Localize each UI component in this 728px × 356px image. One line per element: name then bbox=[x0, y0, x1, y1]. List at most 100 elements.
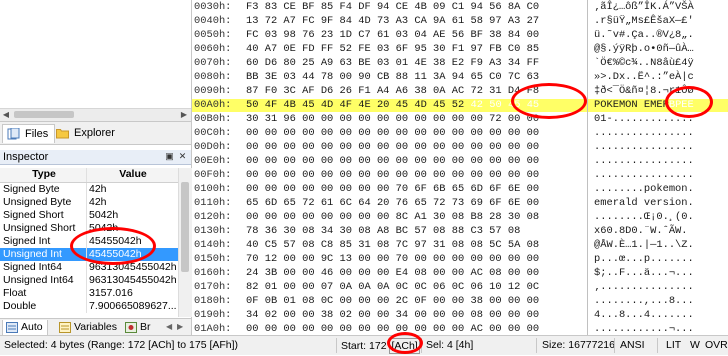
hex-row-bytes[interactable]: 30 31 96 00 00 00 00 00 00 00 00 00 00 7… bbox=[246, 113, 539, 126]
hex-row[interactable]: 0080h: BB 3E 03 44 78 00 90 CB 88 11 3A 9… bbox=[192, 71, 728, 84]
tab-breakpoints[interactable]: Br bbox=[122, 320, 155, 335]
hex-row-bytes[interactable]: 00 00 00 00 00 00 00 00 8C A1 30 08 B8 2… bbox=[246, 211, 539, 224]
hex-row[interactable]: 0150h: 70 12 00 00 9C 13 00 00 70 00 00 0… bbox=[192, 253, 728, 266]
scroll-thumb[interactable] bbox=[14, 111, 74, 118]
hex-row-bytes[interactable]: 34 02 00 00 38 02 00 00 34 00 00 00 08 0… bbox=[246, 309, 539, 322]
hex-row-ascii[interactable]: ........,...8... bbox=[594, 295, 694, 308]
hex-row-ascii[interactable]: ........Œ¡0.¸(0. bbox=[594, 211, 694, 224]
hex-row-bytes[interactable]: 60 D6 80 25 A9 63 BE 03 01 4E 38 E2 F9 A… bbox=[246, 57, 539, 70]
tab-files[interactable]: Files bbox=[2, 124, 56, 143]
hex-row[interactable]: 0060h: 40 A7 0E FD FF 52 FE 03 6F 95 30 F… bbox=[192, 43, 728, 56]
hex-row[interactable]: 00F0h: 00 00 00 00 00 00 00 00 00 00 00 0… bbox=[192, 169, 728, 182]
tab-auto[interactable]: Auto bbox=[2, 320, 48, 336]
hex-row-ascii[interactable]: »>.Dx..Ë^.:”eÀ|c bbox=[594, 71, 694, 84]
hex-row-bytes[interactable]: 24 3B 00 00 46 00 00 00 E4 08 00 00 AC 0… bbox=[246, 267, 539, 280]
hex-row-ascii[interactable]: `Ö€%©c¾..N8âù£4ÿ bbox=[594, 57, 694, 70]
hex-row-ascii[interactable]: ................ bbox=[594, 155, 694, 168]
hex-row-bytes[interactable]: 78 36 30 08 34 30 08 A8 BC 57 08 88 C3 5… bbox=[246, 225, 520, 238]
inspector-row[interactable]: Unsigned Short 5042h bbox=[0, 222, 178, 235]
column-header-type[interactable]: Type bbox=[3, 168, 85, 181]
hex-row-bytes[interactable]: 0F 0B 01 08 0C 00 00 00 2C 0F 00 00 38 0… bbox=[246, 295, 539, 308]
hex-row[interactable]: 0100h: 00 00 00 00 00 00 00 00 70 6F 6B 6… bbox=[192, 183, 728, 196]
hex-row-bytes[interactable]: 50 4F 4B 45 4D 4F 4E 20 45 4D 45 52 42 5… bbox=[246, 99, 539, 112]
hex-row[interactable]: 0190h: 34 02 00 00 38 02 00 00 34 00 00 0… bbox=[192, 309, 728, 322]
hex-row-ascii[interactable]: ‚ãÎ¿…ôß”ÎK.Á”VŠÀ bbox=[594, 1, 694, 14]
hex-row-bytes[interactable]: 40 A7 0E FD FF 52 FE 03 6F 95 30 F1 97 F… bbox=[246, 43, 539, 56]
inspector-row[interactable]: Float 3157.016 bbox=[0, 287, 178, 300]
hex-row-ascii[interactable]: ................ bbox=[594, 141, 694, 154]
hex-editor-view[interactable]: 0030h: F3 83 CE BF 85 F4 DF 94 CE 4B 09 C… bbox=[192, 0, 728, 335]
horizontal-scrollbar[interactable]: ◀ ▶ bbox=[0, 108, 191, 121]
hex-row-bytes[interactable]: 00 00 00 00 00 00 00 00 00 00 00 00 00 0… bbox=[246, 155, 539, 168]
inspector-row[interactable]: Unsigned Byte 42h bbox=[0, 196, 178, 209]
hex-row[interactable]: 0050h: FC 03 98 76 23 1D C7 61 03 04 AE 5… bbox=[192, 29, 728, 42]
hex-row-ascii[interactable]: x60.8D0.¨W.ˆÃW. bbox=[594, 225, 688, 238]
status-mode-ovr[interactable]: OVR bbox=[705, 336, 728, 355]
tab-scroll-left-icon[interactable]: ◀ bbox=[166, 322, 175, 332]
tab-variables[interactable]: Variables bbox=[56, 320, 121, 335]
hex-row[interactable]: 0120h: 00 00 00 00 00 00 00 00 8C A1 30 0… bbox=[192, 211, 728, 224]
hex-row-bytes[interactable]: 13 72 A7 FC 9F 84 4D 73 A3 CA 9A 61 58 9… bbox=[246, 15, 539, 28]
hex-row-bytes[interactable]: F3 83 CE BF 85 F4 DF 94 CE 4B 09 C1 94 5… bbox=[246, 1, 539, 14]
inspector-row[interactable]: Double 7.900665089627... bbox=[0, 300, 178, 313]
hex-row-ascii[interactable]: emerald version. bbox=[594, 197, 694, 210]
hex-row-ascii[interactable]: ‡ð<¯Ö&ñ¤¦8.¬r1Ôø bbox=[594, 85, 694, 98]
hex-row-bytes[interactable]: 82 01 00 00 07 0A 0A 0A 0C 0C 06 0C 06 1… bbox=[246, 281, 539, 294]
hex-row-ascii[interactable]: p...œ...p....... bbox=[594, 253, 694, 266]
hex-row[interactable]: 00B0h: 30 31 96 00 00 00 00 00 00 00 00 0… bbox=[192, 113, 728, 126]
status-mode-w[interactable]: W bbox=[690, 336, 700, 355]
hex-row-ascii[interactable]: ........pokemon. bbox=[594, 183, 694, 196]
hex-row-bytes[interactable]: 70 12 00 00 9C 13 00 00 70 00 00 00 00 0… bbox=[246, 253, 539, 266]
close-icon[interactable]: ✕ bbox=[177, 151, 188, 162]
inspector-row[interactable]: Signed Int 45455042h bbox=[0, 235, 178, 248]
hex-row-ascii[interactable]: POKEMON EMERBPEE bbox=[594, 99, 694, 112]
hex-row[interactable]: 0170h: 82 01 00 00 07 0A 0A 0A 0C 0C 06 0… bbox=[192, 281, 728, 294]
inspector-scrollbar[interactable] bbox=[178, 168, 192, 317]
inspector-row[interactable]: Signed Byte 42h bbox=[0, 183, 178, 196]
hex-row[interactable]: 0180h: 0F 0B 01 08 0C 00 00 00 2C 0F 00 0… bbox=[192, 295, 728, 308]
status-endian[interactable]: LIT bbox=[666, 336, 681, 355]
inspector-row[interactable]: Unsigned Int 45455042h bbox=[0, 248, 178, 261]
hex-row-ascii[interactable]: ‚............... bbox=[594, 281, 694, 294]
hex-row[interactable]: 0070h: 60 D6 80 25 A9 63 BE 03 01 4E 38 E… bbox=[192, 57, 728, 70]
hex-row-ascii[interactable]: ................ bbox=[594, 127, 694, 140]
hex-row-bytes[interactable]: FC 03 98 76 23 1D C7 61 03 04 AE 56 BF 3… bbox=[246, 29, 539, 42]
status-encoding[interactable]: ANSI bbox=[620, 336, 645, 355]
hex-row-bytes[interactable]: BB 3E 03 44 78 00 90 CB 88 11 3A 94 65 C… bbox=[246, 71, 539, 84]
inspector-row[interactable]: Signed Short 5042h bbox=[0, 209, 178, 222]
hex-row-ascii[interactable]: @§.ýÿRþ.o•0ñ—ûÀ… bbox=[594, 43, 694, 56]
tab-scroll-right-icon[interactable]: ▶ bbox=[177, 322, 186, 332]
hex-row[interactable]: 0130h: 78 36 30 08 34 30 08 A8 BC 57 08 8… bbox=[192, 225, 728, 238]
hex-row[interactable]: 0140h: 40 C5 57 08 C8 85 31 08 7C 97 31 0… bbox=[192, 239, 728, 252]
column-header-value[interactable]: Value bbox=[89, 168, 177, 181]
file-tree-area[interactable] bbox=[0, 0, 191, 120]
hex-row-ascii[interactable]: $;..F...ä...¬... bbox=[594, 267, 694, 280]
hex-row-bytes[interactable]: 40 C5 57 08 C8 85 31 08 7C 97 31 08 08 5… bbox=[246, 239, 539, 252]
hex-row[interactable]: 0160h: 24 3B 00 00 46 00 00 00 E4 08 00 0… bbox=[192, 267, 728, 280]
hex-row-bytes[interactable]: 87 F0 3C AF D6 26 F1 A4 A6 38 0A AC 72 3… bbox=[246, 85, 539, 98]
hex-row-ascii[interactable]: .r§üŸ„Ms£ÊšaX—£' bbox=[594, 15, 694, 28]
hex-row[interactable]: 00E0h: 00 00 00 00 00 00 00 00 00 00 00 0… bbox=[192, 155, 728, 168]
scroll-thumb[interactable] bbox=[181, 182, 189, 272]
hex-row-bytes[interactable]: 00 00 00 00 00 00 00 00 00 00 00 00 00 0… bbox=[246, 127, 539, 140]
hex-row-bytes[interactable]: 00 00 00 00 00 00 00 00 00 00 00 00 00 0… bbox=[246, 141, 539, 154]
hex-row-ascii[interactable]: ü.˜v#.Ça..®V¿8„. bbox=[594, 29, 694, 42]
hex-row-bytes[interactable]: 65 6D 65 72 61 6C 64 20 76 65 72 73 69 6… bbox=[246, 197, 539, 210]
hex-row[interactable]: 00A0h: 50 4F 4B 45 4D 4F 4E 20 45 4D 45 5… bbox=[192, 99, 728, 112]
inspector-row[interactable]: Unsigned Int64 96313045455042h bbox=[0, 274, 178, 287]
hex-row-ascii[interactable]: 01-............. bbox=[594, 113, 694, 126]
hex-row[interactable]: 0090h: 87 F0 3C AF D6 26 F1 A4 A6 38 0A A… bbox=[192, 85, 728, 98]
hex-row[interactable]: 0030h: F3 83 CE BF 85 F4 DF 94 CE 4B 09 C… bbox=[192, 1, 728, 14]
hex-row-bytes[interactable]: 00 00 00 00 00 00 00 00 70 6F 6B 65 6D 6… bbox=[246, 183, 539, 196]
hex-row-ascii[interactable]: @ÅW.È…1.|—1..\Z. bbox=[594, 239, 694, 252]
scroll-left-icon[interactable]: ◀ bbox=[1, 110, 11, 120]
hex-row[interactable]: 0110h: 65 6D 65 72 61 6C 64 20 76 65 72 7… bbox=[192, 197, 728, 210]
hex-row[interactable]: 00D0h: 00 00 00 00 00 00 00 00 00 00 00 0… bbox=[192, 141, 728, 154]
tab-explorer[interactable]: Explorer bbox=[52, 124, 121, 142]
hex-row[interactable]: 00C0h: 00 00 00 00 00 00 00 00 00 00 00 0… bbox=[192, 127, 728, 140]
inspector-row[interactable]: Signed Int64 96313045455042h bbox=[0, 261, 178, 274]
hex-row[interactable]: 0040h: 13 72 A7 FC 9F 84 4D 73 A3 CA 9A 6… bbox=[192, 15, 728, 28]
hex-row-bytes[interactable]: 00 00 00 00 00 00 00 00 00 00 00 00 00 0… bbox=[246, 169, 539, 182]
scroll-right-icon[interactable]: ▶ bbox=[179, 110, 189, 120]
hex-row-ascii[interactable]: ................ bbox=[594, 169, 694, 182]
